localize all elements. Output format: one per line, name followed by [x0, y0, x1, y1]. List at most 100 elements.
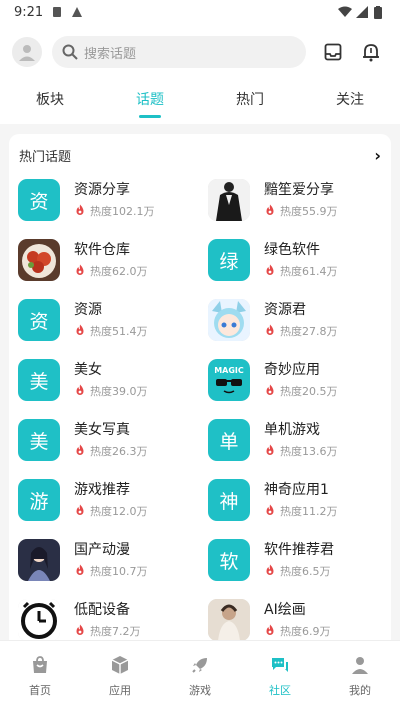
fire-icon — [74, 564, 86, 579]
topic-heat-text: 热度27.8万 — [280, 325, 338, 338]
topic-heat: 热度27.8万 — [264, 323, 338, 339]
topic-heat-text: 热度6.5万 — [280, 565, 331, 578]
fire-icon — [264, 264, 276, 279]
nav-apps[interactable]: 应用 — [80, 641, 160, 710]
nav-games[interactable]: 游戏 — [160, 641, 240, 710]
topic-info: 单机游戏 热度13.6万 — [264, 421, 338, 459]
card-title: 热门话题 — [19, 149, 72, 165]
topic-name: 神奇应用1 — [264, 482, 329, 498]
topic-info: 软件推荐君热度6.5万 — [264, 541, 334, 579]
fire-icon — [74, 264, 86, 279]
home-bag-icon — [29, 654, 51, 676]
card-header[interactable]: 热门话题 › — [9, 134, 391, 176]
topic-item[interactable]: 资源君 热度27.8万 — [208, 296, 388, 344]
topic-info: 黯笙爱分享 热度55.9万 — [264, 181, 338, 219]
fire-icon — [74, 204, 86, 219]
nav-mine-label: 我的 — [349, 683, 371, 697]
topic-heat: 热度102.1万 — [74, 203, 155, 219]
topic-heat: 热度12.0万 — [74, 503, 148, 519]
topic-thumbnail: 绿 — [208, 239, 250, 281]
topic-name: 美女写真 — [74, 422, 130, 438]
topic-name: 软件推荐君 — [264, 542, 334, 558]
topic-heat-text: 热度61.4万 — [280, 265, 338, 278]
avatar[interactable] — [12, 37, 42, 67]
topic-heat: 热度10.7万 — [74, 563, 148, 579]
topic-item[interactable]: 资资源分享 热度102.1万 — [18, 176, 198, 224]
topic-item[interactable]: 国产动漫 热度10.7万 — [18, 536, 198, 584]
topic-item[interactable]: 软软件推荐君热度6.5万 — [208, 536, 388, 584]
topic-heat: 热度62.0万 — [74, 263, 148, 279]
topic-heat-text: 热度62.0万 — [90, 265, 148, 278]
topic-item[interactable]: 美美女 热度39.0万 — [18, 356, 198, 404]
topic-item[interactable]: 神神奇应用1 热度11.2万 — [208, 476, 388, 524]
topic-heat-text: 热度55.9万 — [280, 205, 338, 218]
topic-item[interactable]: 单单机游戏 热度13.6万 — [208, 416, 388, 464]
topic-item[interactable]: AI绘画 热度6.9万 — [208, 596, 388, 644]
topic-heat: 热度26.3万 — [74, 443, 148, 459]
nav-games-label: 游戏 — [189, 683, 211, 697]
search-placeholder: 搜索话题 — [84, 46, 137, 62]
fire-icon — [74, 624, 86, 639]
nav-mine[interactable]: 我的 — [320, 641, 400, 710]
chevron-right-icon[interactable]: › — [374, 146, 381, 165]
nav-home[interactable]: 首页 — [0, 641, 80, 710]
warning-icon — [71, 6, 83, 18]
topic-item[interactable]: 游游戏推荐 热度12.0万 — [18, 476, 198, 524]
topic-item[interactable]: 美美女写真热度26.3万 — [18, 416, 198, 464]
topic-heat-text: 热度7.2万 — [90, 625, 141, 638]
tab-remen[interactable]: 热门 — [200, 80, 300, 124]
topic-heat-text: 热度39.0万 — [90, 385, 148, 398]
search-bar[interactable]: 搜索话题 — [52, 36, 306, 68]
topic-thumbnail: 软 — [208, 539, 250, 581]
person-icon — [19, 45, 35, 61]
topic-info: 国产动漫 热度10.7万 — [74, 541, 148, 579]
topic-item[interactable]: 低配设备 热度7.2万 — [18, 596, 198, 644]
topic-heat: 热度55.9万 — [264, 203, 338, 219]
topic-info: AI绘画 热度6.9万 — [264, 601, 331, 639]
topic-thumbnail: 美 — [18, 419, 60, 461]
topic-item[interactable]: 黯笙爱分享 热度55.9万 — [208, 176, 388, 224]
topic-heat: 热度39.0万 — [74, 383, 148, 399]
top-header: 搜索话题 — [0, 24, 400, 80]
nav-community-label: 社区 — [269, 683, 291, 697]
tab-bankuai[interactable]: 板块 — [0, 80, 100, 124]
topic-heat-text: 热度6.9万 — [280, 625, 331, 638]
fire-icon — [74, 504, 86, 519]
wifi-icon — [338, 6, 352, 18]
inbox-icon[interactable] — [322, 41, 344, 63]
search-icon — [62, 44, 78, 60]
fire-icon — [74, 384, 86, 399]
topic-item[interactable]: 绿绿色软件 热度61.4万 — [208, 236, 388, 284]
signal-icon — [356, 6, 368, 18]
sim-icon — [51, 6, 63, 18]
topic-heat-text: 热度13.6万 — [280, 445, 338, 458]
topic-thumbnail: 资 — [18, 179, 60, 221]
topic-info: 软件仓库 热度62.0万 — [74, 241, 148, 279]
tab-guanzhu[interactable]: 关注 — [300, 80, 400, 124]
topic-info: 资源君 热度27.8万 — [264, 301, 338, 339]
topic-info: 美女写真热度26.3万 — [74, 421, 148, 459]
topic-heat: 热度13.6万 — [264, 443, 338, 459]
fire-icon — [264, 624, 276, 639]
topic-item[interactable]: MAGIC 奇妙应用 热度20.5万 — [208, 356, 388, 404]
topic-thumbnail-image: MAGIC — [208, 359, 250, 401]
topic-info: 绿色软件 热度61.4万 — [264, 241, 338, 279]
topic-thumbnail-image — [18, 599, 60, 641]
topic-heat: 热度7.2万 — [74, 623, 141, 639]
tab-huati[interactable]: 话题 — [100, 80, 200, 124]
topic-thumbnail: 资 — [18, 299, 60, 341]
battery-icon — [374, 6, 386, 19]
notification-bell-icon[interactable] — [360, 41, 382, 63]
topic-thumbnail-image — [18, 539, 60, 581]
topic-heat: 热度51.4万 — [74, 323, 148, 339]
topic-item[interactable]: 软件仓库 热度62.0万 — [18, 236, 198, 284]
topic-info: 游戏推荐 热度12.0万 — [74, 481, 148, 519]
nav-community[interactable]: 社区 — [240, 641, 320, 710]
fire-icon — [264, 324, 276, 339]
topic-heat-text: 热度26.3万 — [90, 445, 148, 458]
topic-heat: 热度20.5万 — [264, 383, 338, 399]
topic-thumbnail-image — [208, 299, 250, 341]
fire-icon — [264, 504, 276, 519]
chat-bubble-icon — [269, 654, 291, 676]
topic-item[interactable]: 资资源 热度51.4万 — [18, 296, 198, 344]
